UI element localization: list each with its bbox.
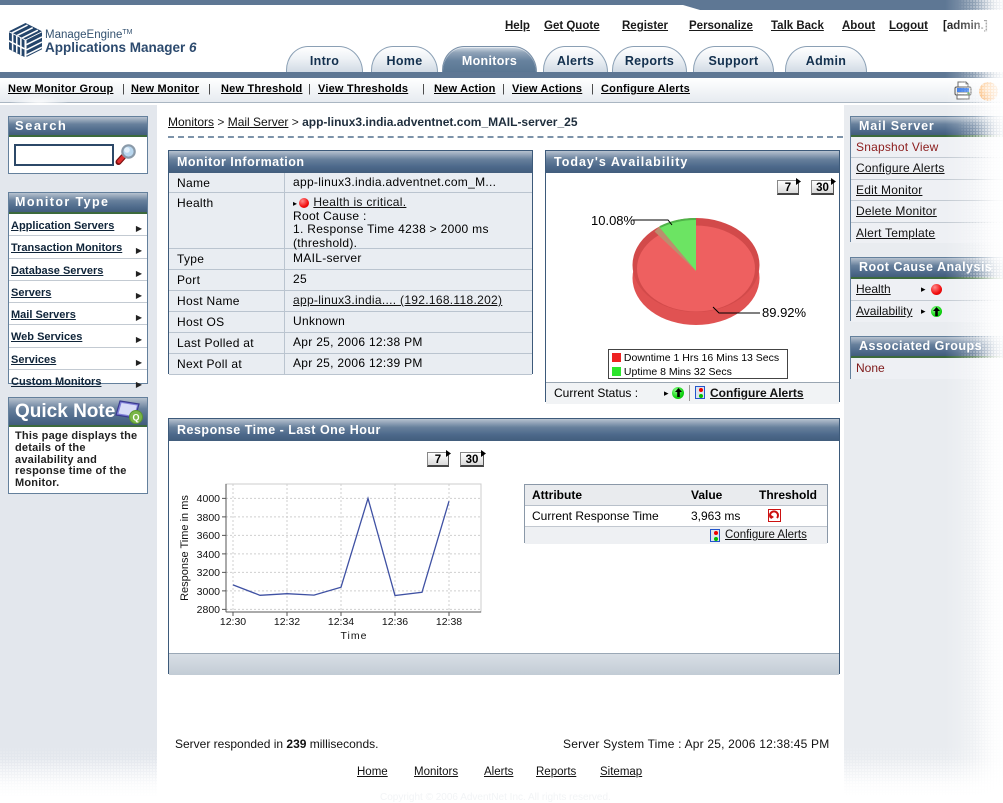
svg-text:2800: 2800 — [197, 604, 221, 616]
svg-text:12:32: 12:32 — [274, 616, 300, 628]
svg-text:3800: 3800 — [197, 512, 221, 524]
svg-text:4000: 4000 — [197, 493, 221, 505]
svg-text:3600: 3600 — [197, 530, 221, 542]
svg-text:12:36: 12:36 — [382, 616, 408, 628]
svg-text:12:34: 12:34 — [328, 616, 354, 628]
svg-text:3000: 3000 — [197, 586, 221, 598]
svg-text:3400: 3400 — [197, 549, 221, 561]
svg-text:Response Time in ms: Response Time in ms — [179, 495, 191, 601]
svg-text:89.92%: 89.92% — [762, 305, 807, 320]
svg-text:Time: Time — [341, 630, 368, 642]
svg-text:3200: 3200 — [197, 567, 221, 579]
svg-text:Q: Q — [132, 413, 139, 423]
svg-text:12:30: 12:30 — [220, 616, 246, 628]
svg-text:10.08%: 10.08% — [591, 213, 636, 228]
svg-text:12:38: 12:38 — [436, 616, 462, 628]
